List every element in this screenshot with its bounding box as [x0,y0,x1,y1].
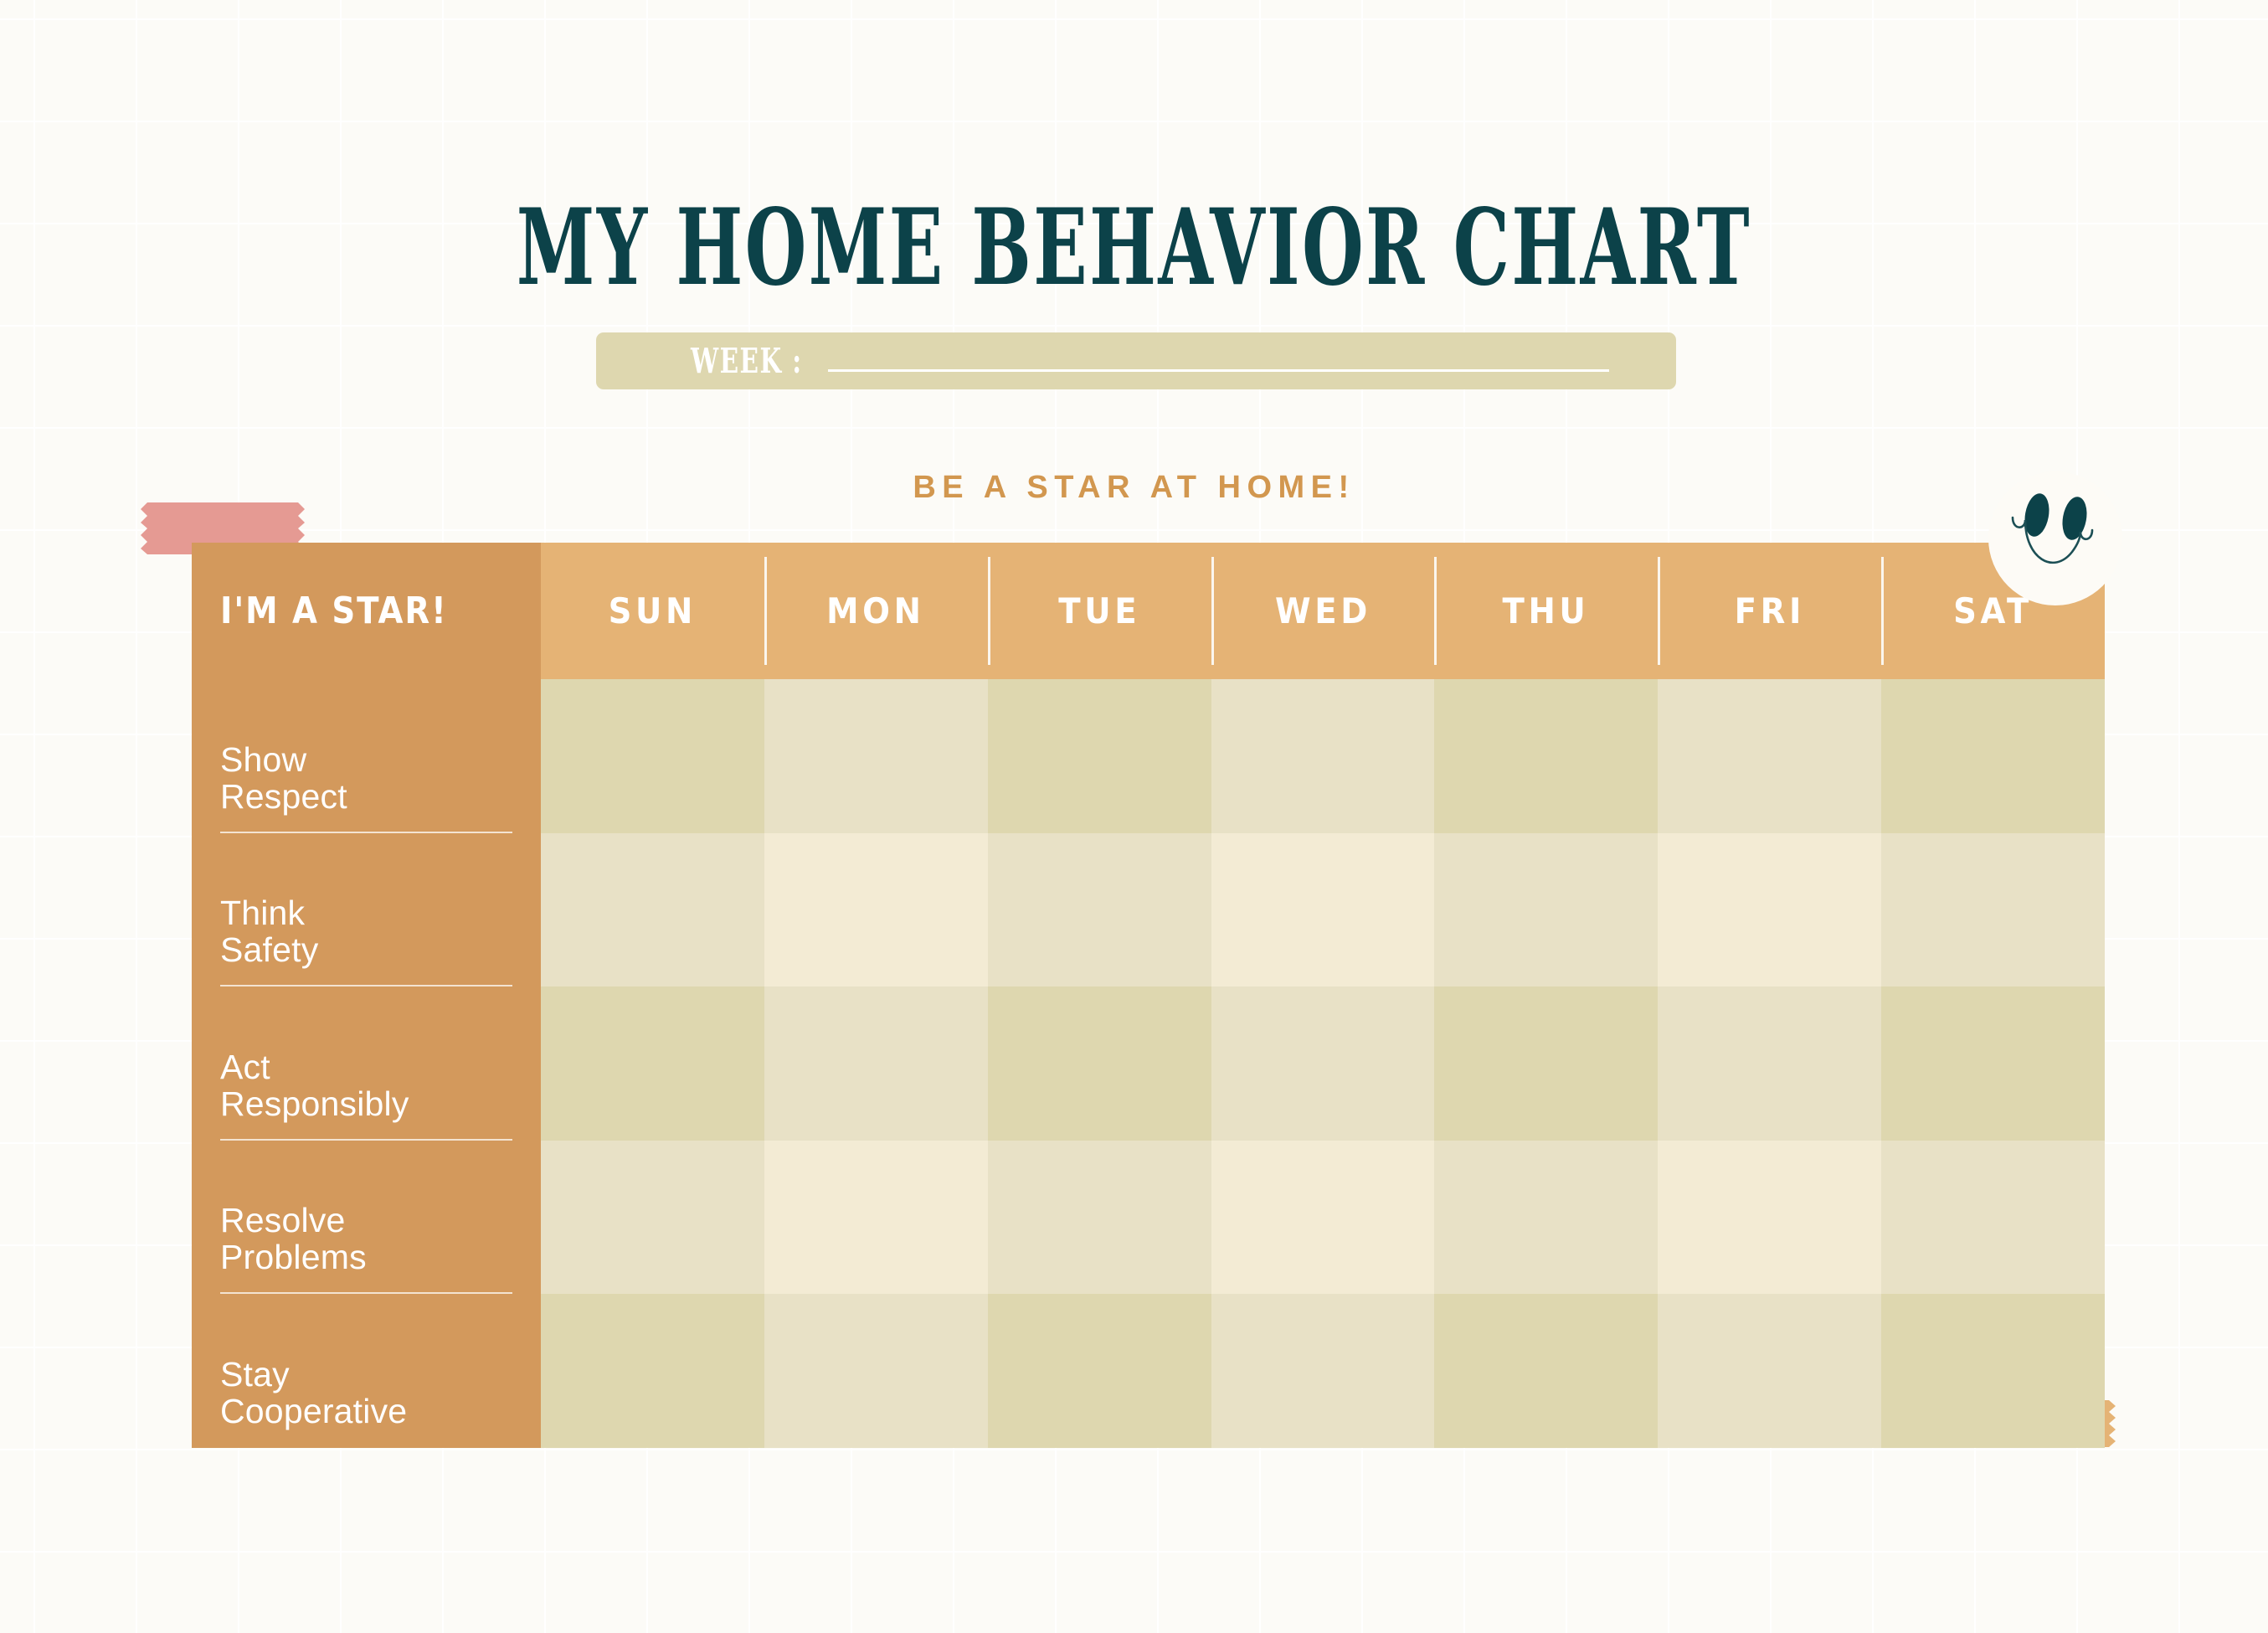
column-header-label: MON [826,590,926,631]
smiley-face-icon [1988,471,2122,605]
behavior-label-line1: Act [220,1047,270,1086]
grid-cell[interactable] [1211,1294,1435,1448]
grid-cell[interactable] [1881,1294,2106,1448]
grid-cell[interactable] [1434,679,1659,833]
grid-cell[interactable] [541,832,764,987]
behavior-label-line1: Resolve [220,1201,346,1240]
behavior-label-line2: Responsibly [220,1084,409,1123]
behavior-table: I'M A STAR! SUN MON TUE WED THU FRI SAT … [192,543,2106,1448]
table-row [541,1140,2106,1295]
behavior-row-label-think-safety: Think Safety [192,833,541,987]
grid-cell[interactable] [764,1140,988,1295]
grid-cell[interactable] [1434,986,1659,1141]
behavior-label-line1: Show [220,739,307,779]
behavior-label-line2: Respect [220,776,347,816]
grid-cell[interactable] [987,679,1211,833]
behavior-row-label-act-responsibly: Act Responsibly [192,986,541,1141]
grid-cell[interactable] [1211,986,1435,1141]
behavior-label-column: Show Respect Think Safety Act Responsibl… [192,679,541,1448]
grid-cell[interactable] [1434,1294,1659,1448]
column-header-label: WED [1274,590,1371,631]
grid-cell[interactable] [764,986,988,1141]
grid-cell[interactable] [541,986,764,1141]
behavior-label-line1: Think [220,894,306,933]
behavior-chart-page: MY HOME BEHAVIOR CHART WEEK : BE A STAR … [0,0,2268,1633]
grid-cell[interactable] [987,1140,1211,1295]
behavior-row-label-stay-cooperative: Stay Cooperative [192,1294,541,1448]
table-header-row: I'M A STAR! SUN MON TUE WED THU FRI SAT [192,543,2106,679]
grid-cell[interactable] [1881,1140,2106,1295]
grid-cell[interactable] [1211,679,1435,833]
grid-cell[interactable] [987,986,1211,1141]
column-header-fri[interactable]: FRI [1658,543,1882,679]
grid-cell[interactable] [764,1294,988,1448]
week-field-label: WEEK : [691,341,803,381]
table-corner-header: I'M A STAR! [192,543,541,679]
grid-cell[interactable] [1434,832,1659,987]
grid-cell[interactable] [764,679,988,833]
grid-cell[interactable] [1658,832,1882,987]
behavior-row-label-resolve-problems: Resolve Problems [192,1141,541,1295]
grid-cell[interactable] [541,679,764,833]
column-header-label: THU [1502,590,1590,631]
behavior-label-line1: Stay [220,1354,290,1393]
table-row [541,986,2106,1141]
week-field[interactable]: WEEK : [596,332,1676,389]
grid-cell[interactable] [987,1294,1211,1448]
week-field-writing-line[interactable] [827,368,1609,372]
behavior-label-line2: Cooperative [220,1391,408,1430]
column-header-label: FRI [1734,590,1805,631]
grid-cell[interactable] [1658,986,1882,1141]
table-body: Show Respect Think Safety Act Responsibl… [192,679,2106,1448]
grid-cell[interactable] [541,1294,764,1448]
grid-cell[interactable] [764,832,988,987]
grid-cell[interactable] [1658,1140,1882,1295]
grid-cell[interactable] [1881,679,2106,833]
behavior-row-label-show-respect: Show Respect [192,679,541,833]
behavior-label-line2: Problems [220,1238,367,1277]
table-row [541,832,2106,987]
column-header-mon[interactable]: MON [764,543,988,679]
behavior-label-line2: Safety [220,930,319,970]
column-header-label: SUN [608,590,697,631]
column-header-tue[interactable]: TUE [987,543,1211,679]
grid-cell[interactable] [1881,832,2106,987]
table-row [541,679,2106,833]
grid-cell[interactable] [1434,1140,1659,1295]
grid-cell[interactable] [1658,1294,1882,1448]
grid-cell[interactable] [1658,679,1882,833]
column-header-label: TUE [1058,590,1141,631]
page-title: MY HOME BEHAVIOR CHART [516,186,1752,310]
table-row [541,1294,2106,1448]
table-corner-header-label: I'M A STAR! [220,590,448,632]
column-header-sun[interactable]: SUN [541,543,764,679]
grid-cell[interactable] [1211,832,1435,987]
column-header-wed[interactable]: WED [1211,543,1435,679]
grid-cell[interactable] [987,832,1211,987]
subtitle: BE A STAR AT HOME! [913,470,1355,505]
grid-cell[interactable] [1881,986,2106,1141]
sticker-grid [541,679,2106,1448]
grid-cell[interactable] [541,1140,764,1295]
grid-cell[interactable] [1211,1140,1435,1295]
column-header-thu[interactable]: THU [1434,543,1659,679]
